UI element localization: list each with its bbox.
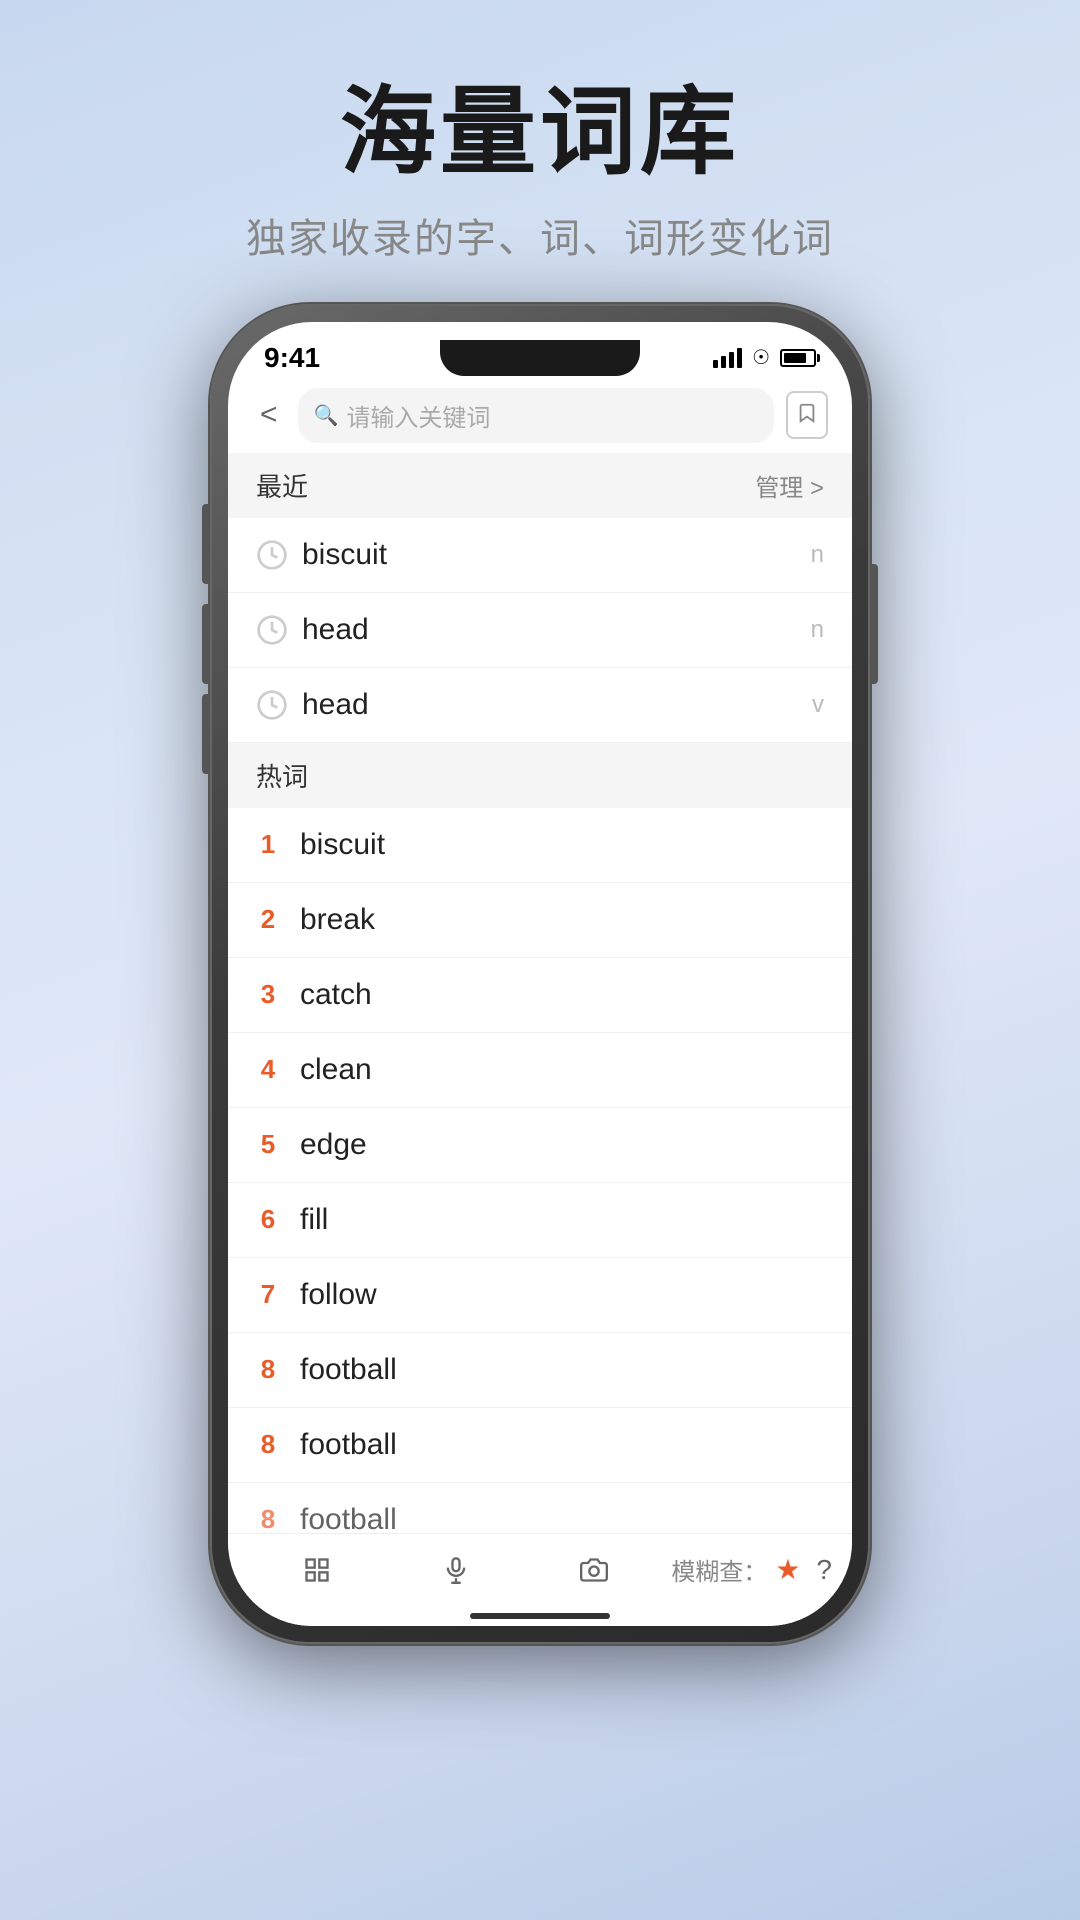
rank-4: 5 <box>256 1129 280 1160</box>
hot-item-6[interactable]: 7 follow <box>228 1258 852 1333</box>
page-title: 海量词库 <box>246 80 834 186</box>
hot-item-5[interactable]: 6 fill <box>228 1183 852 1258</box>
hot-item-9[interactable]: 8 football <box>228 1483 852 1533</box>
recent-item-0[interactable]: biscuit n <box>228 518 852 593</box>
recent-pos-0: n <box>811 541 824 569</box>
hot-word-3: clean <box>300 1053 824 1087</box>
hot-item-4[interactable]: 5 edge <box>228 1108 852 1183</box>
home-indicator <box>228 1606 852 1626</box>
rank-6: 7 <box>256 1279 280 1310</box>
mic-button[interactable] <box>386 1548 524 1592</box>
rank-3: 4 <box>256 1054 280 1085</box>
content-area[interactable]: 最近 管理 > biscuit n head n <box>228 453 852 1533</box>
camera-button[interactable] <box>525 1548 663 1592</box>
rank-8: 8 <box>256 1429 280 1460</box>
signal-icon <box>713 348 742 368</box>
hot-title: 热词 <box>256 757 308 794</box>
hot-item-7[interactable]: 8 football <box>228 1333 852 1408</box>
battery-icon <box>780 349 816 367</box>
clock-icon <box>256 614 288 646</box>
recent-item-1[interactable]: head n <box>228 593 852 668</box>
status-icons: ☉ <box>713 345 816 370</box>
hot-word-1: break <box>300 903 824 937</box>
recent-pos-1: n <box>811 616 824 644</box>
search-box[interactable]: 🔍 请输入关键词 <box>298 388 774 443</box>
hot-word-2: catch <box>300 978 824 1012</box>
rank-1: 2 <box>256 904 280 935</box>
rank-9: 8 <box>256 1504 280 1533</box>
recent-word-1: head <box>302 613 797 647</box>
hot-word-8: football <box>300 1428 824 1462</box>
recent-word-0: biscuit <box>302 538 797 572</box>
rank-5: 6 <box>256 1204 280 1235</box>
clock-icon <box>256 539 288 571</box>
hot-item-0[interactable]: 1 biscuit <box>228 808 852 883</box>
hot-word-9: football <box>300 1503 824 1533</box>
hot-item-1[interactable]: 2 break <box>228 883 852 958</box>
bookmark-button[interactable] <box>786 391 828 439</box>
back-button[interactable]: < <box>252 394 286 436</box>
grid-icon <box>303 1556 331 1584</box>
phone-wrapper: 9:41 ☉ < 🔍 请输入关键词 <box>210 304 870 1644</box>
phone-screen: 9:41 ☉ < 🔍 请输入关键词 <box>228 322 852 1626</box>
page-subtitle: 独家收录的字、词、词形变化词 <box>246 206 834 264</box>
wifi-icon: ☉ <box>752 345 770 370</box>
notch <box>440 340 640 376</box>
recent-section-header: 最近 管理 > <box>228 453 852 518</box>
hot-item-2[interactable]: 3 catch <box>228 958 852 1033</box>
clock-icon <box>256 689 288 721</box>
recent-title: 最近 <box>256 467 308 504</box>
mic-icon <box>442 1556 470 1584</box>
manage-button[interactable]: 管理 > <box>755 468 824 503</box>
hot-item-3[interactable]: 4 clean <box>228 1033 852 1108</box>
rank-0: 1 <box>256 829 280 860</box>
camera-icon <box>580 1556 608 1584</box>
hot-word-6: follow <box>300 1278 824 1312</box>
home-bar <box>470 1613 610 1619</box>
fuzzy-label: 模糊查： <box>663 1552 775 1587</box>
rank-7: 8 <box>256 1354 280 1385</box>
hot-word-4: edge <box>300 1128 824 1162</box>
search-icon: 🔍 <box>314 403 339 428</box>
hot-section-header: 热词 <box>228 743 852 808</box>
nav-bar: < 🔍 请输入关键词 <box>228 378 852 453</box>
recent-word-2: head <box>302 688 798 722</box>
recent-item-2[interactable]: head v <box>228 668 852 743</box>
status-time: 9:41 <box>264 342 320 374</box>
rank-2: 3 <box>256 979 280 1010</box>
hot-word-0: biscuit <box>300 828 824 862</box>
grid-button[interactable] <box>248 1548 386 1592</box>
hot-word-5: fill <box>300 1203 824 1237</box>
hot-item-8[interactable]: 8 football <box>228 1408 852 1483</box>
star-button[interactable]: ★ <box>775 1553 800 1586</box>
search-placeholder: 请输入关键词 <box>346 398 490 433</box>
recent-pos-2: v <box>812 691 824 719</box>
page-header: 海量词库 独家收录的字、词、词形变化词 <box>246 0 834 264</box>
question-button[interactable]: ? <box>816 1554 832 1586</box>
bottom-bar: 模糊查： ★ ? <box>228 1533 852 1606</box>
hot-word-7: football <box>300 1353 824 1387</box>
